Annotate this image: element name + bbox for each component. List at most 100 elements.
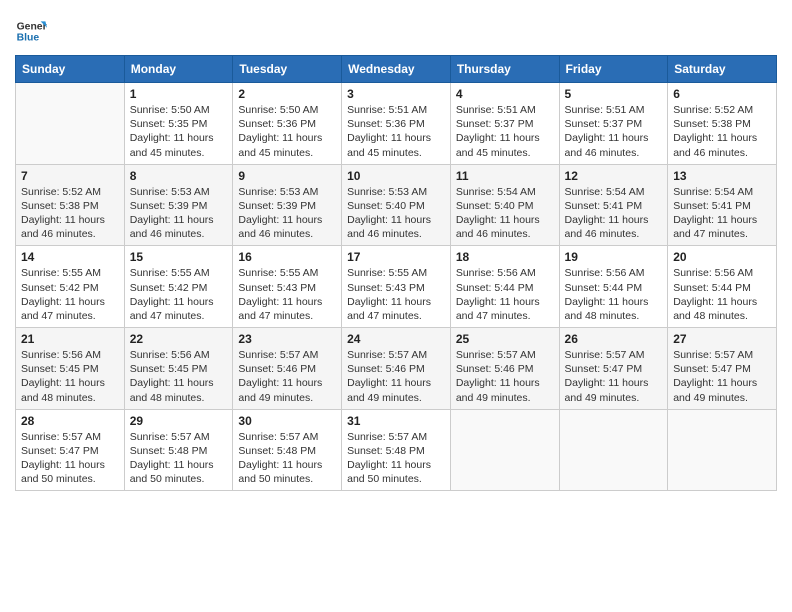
calendar-cell: 15Sunrise: 5:55 AMSunset: 5:42 PMDayligh…	[124, 246, 233, 328]
calendar-cell: 26 Sunrise: 5:57 AMSunset: 5:47 PMDayligh…	[559, 328, 668, 410]
calendar-cell: 30 Sunrise: 5:57 AMSunset: 5:48 PMDayligh…	[233, 409, 342, 491]
day-number: 11	[456, 169, 554, 183]
day-info: Sunrise: 5:54 AMSunset: 5:41 PMDaylight:…	[565, 185, 663, 242]
calendar-cell: 24Sunrise: 5:57 AMSunset: 5:46 PMDayligh…	[342, 328, 451, 410]
day-number: 20	[673, 250, 771, 264]
day-number: 8	[130, 169, 228, 183]
day-number: 16	[238, 250, 336, 264]
day-number: 9	[238, 169, 336, 183]
day-info: Sunrise: 5:56 AMSunset: 5:44 PMDaylight:…	[673, 266, 771, 323]
calendar-week-1: 1 Sunrise: 5:50 AMSunset: 5:35 PMDaylight…	[16, 83, 777, 165]
calendar-table: SundayMondayTuesdayWednesdayThursdayFrid…	[15, 55, 777, 491]
day-info: Sunrise: 5:51 AMSunset: 5:37 PMDaylight:…	[456, 103, 554, 160]
day-number: 3	[347, 87, 445, 101]
column-header-friday: Friday	[559, 56, 668, 83]
day-info: Sunrise: 5:53 AMSunset: 5:39 PMDaylight:…	[130, 185, 228, 242]
day-number: 31	[347, 414, 445, 428]
day-number: 10	[347, 169, 445, 183]
day-number: 5	[565, 87, 663, 101]
day-info: Sunrise: 5:57 AMSunset: 5:46 PMDaylight:…	[456, 348, 554, 405]
day-number: 21	[21, 332, 119, 346]
calendar-cell: 3 Sunrise: 5:51 AMSunset: 5:36 PMDaylight…	[342, 83, 451, 165]
day-number: 26	[565, 332, 663, 346]
day-info: Sunrise: 5:57 AMSunset: 5:47 PMDaylight:…	[565, 348, 663, 405]
calendar-cell: 25Sunrise: 5:57 AMSunset: 5:46 PMDayligh…	[450, 328, 559, 410]
calendar-cell: 1 Sunrise: 5:50 AMSunset: 5:35 PMDaylight…	[124, 83, 233, 165]
calendar-week-3: 14 Sunrise: 5:55 AMSunset: 5:42 PMDayligh…	[16, 246, 777, 328]
day-number: 1	[130, 87, 228, 101]
calendar-week-4: 21 Sunrise: 5:56 AMSunset: 5:45 PMDayligh…	[16, 328, 777, 410]
calendar-cell: 4 Sunrise: 5:51 AMSunset: 5:37 PMDaylight…	[450, 83, 559, 165]
day-info: Sunrise: 5:55 AMSunset: 5:43 PMDaylight:…	[347, 266, 445, 323]
day-number: 6	[673, 87, 771, 101]
day-number: 24	[347, 332, 445, 346]
day-number: 23	[238, 332, 336, 346]
day-number: 19	[565, 250, 663, 264]
day-info: Sunrise: 5:53 AMSunset: 5:40 PMDaylight:…	[347, 185, 445, 242]
calendar-cell: 9 Sunrise: 5:53 AMSunset: 5:39 PMDaylight…	[233, 164, 342, 246]
logo: General Blue	[15, 15, 51, 47]
column-header-sunday: Sunday	[16, 56, 125, 83]
day-number: 29	[130, 414, 228, 428]
day-number: 7	[21, 169, 119, 183]
calendar-cell: 23Sunrise: 5:57 AMSunset: 5:46 PMDayligh…	[233, 328, 342, 410]
day-info: Sunrise: 5:53 AMSunset: 5:39 PMDaylight:…	[238, 185, 336, 242]
day-info: Sunrise: 5:56 AMSunset: 5:45 PMDaylight:…	[130, 348, 228, 405]
day-number: 17	[347, 250, 445, 264]
day-info: Sunrise: 5:56 AMSunset: 5:45 PMDaylight:…	[21, 348, 119, 405]
calendar-cell: 19 Sunrise: 5:56 AMSunset: 5:44 PMDayligh…	[559, 246, 668, 328]
calendar-cell: 20 Sunrise: 5:56 AMSunset: 5:44 PMDayligh…	[668, 246, 777, 328]
day-info: Sunrise: 5:57 AMSunset: 5:48 PMDaylight:…	[347, 430, 445, 487]
calendar-cell: 10 Sunrise: 5:53 AMSunset: 5:40 PMDayligh…	[342, 164, 451, 246]
calendar-cell: 14 Sunrise: 5:55 AMSunset: 5:42 PMDayligh…	[16, 246, 125, 328]
svg-text:Blue: Blue	[17, 33, 40, 44]
logo-icon: General Blue	[15, 15, 47, 47]
calendar-cell: 11Sunrise: 5:54 AMSunset: 5:40 PMDayligh…	[450, 164, 559, 246]
calendar-cell: 12Sunrise: 5:54 AMSunset: 5:41 PMDayligh…	[559, 164, 668, 246]
calendar-cell: 5 Sunrise: 5:51 AMSunset: 5:37 PMDaylight…	[559, 83, 668, 165]
column-header-monday: Monday	[124, 56, 233, 83]
calendar-cell	[668, 409, 777, 491]
day-number: 4	[456, 87, 554, 101]
calendar-cell	[559, 409, 668, 491]
day-number: 14	[21, 250, 119, 264]
day-info: Sunrise: 5:50 AMSunset: 5:36 PMDaylight:…	[238, 103, 336, 160]
day-number: 27	[673, 332, 771, 346]
day-number: 2	[238, 87, 336, 101]
day-info: Sunrise: 5:56 AMSunset: 5:44 PMDaylight:…	[456, 266, 554, 323]
day-number: 30	[238, 414, 336, 428]
calendar-cell	[450, 409, 559, 491]
calendar-cell: 29 Sunrise: 5:57 AMSunset: 5:48 PMDayligh…	[124, 409, 233, 491]
day-number: 22	[130, 332, 228, 346]
day-info: Sunrise: 5:52 AMSunset: 5:38 PMDaylight:…	[21, 185, 119, 242]
page-header: General Blue	[15, 10, 777, 47]
day-info: Sunrise: 5:55 AMSunset: 5:42 PMDaylight:…	[130, 266, 228, 323]
column-header-tuesday: Tuesday	[233, 56, 342, 83]
column-header-wednesday: Wednesday	[342, 56, 451, 83]
column-header-thursday: Thursday	[450, 56, 559, 83]
calendar-cell: 28Sunrise: 5:57 AMSunset: 5:47 PMDayligh…	[16, 409, 125, 491]
calendar-cell: 22 Sunrise: 5:56 AMSunset: 5:45 PMDayligh…	[124, 328, 233, 410]
day-info: Sunrise: 5:57 AMSunset: 5:48 PMDaylight:…	[238, 430, 336, 487]
day-info: Sunrise: 5:57 AMSunset: 5:48 PMDaylight:…	[130, 430, 228, 487]
day-info: Sunrise: 5:50 AMSunset: 5:35 PMDaylight:…	[130, 103, 228, 160]
day-info: Sunrise: 5:55 AMSunset: 5:43 PMDaylight:…	[238, 266, 336, 323]
calendar-cell: 17 Sunrise: 5:55 AMSunset: 5:43 PMDayligh…	[342, 246, 451, 328]
day-info: Sunrise: 5:55 AMSunset: 5:42 PMDaylight:…	[21, 266, 119, 323]
calendar-cell: 31 Sunrise: 5:57 AMSunset: 5:48 PMDayligh…	[342, 409, 451, 491]
column-header-saturday: Saturday	[668, 56, 777, 83]
day-number: 13	[673, 169, 771, 183]
calendar-cell: 16 Sunrise: 5:55 AMSunset: 5:43 PMDayligh…	[233, 246, 342, 328]
day-info: Sunrise: 5:51 AMSunset: 5:36 PMDaylight:…	[347, 103, 445, 160]
day-info: Sunrise: 5:54 AMSunset: 5:41 PMDaylight:…	[673, 185, 771, 242]
calendar-cell: 21 Sunrise: 5:56 AMSunset: 5:45 PMDayligh…	[16, 328, 125, 410]
day-info: Sunrise: 5:51 AMSunset: 5:37 PMDaylight:…	[565, 103, 663, 160]
calendar-cell: 6Sunrise: 5:52 AMSunset: 5:38 PMDaylight…	[668, 83, 777, 165]
calendar-cell: 7 Sunrise: 5:52 AMSunset: 5:38 PMDaylight…	[16, 164, 125, 246]
calendar-week-5: 28Sunrise: 5:57 AMSunset: 5:47 PMDayligh…	[16, 409, 777, 491]
day-info: Sunrise: 5:57 AMSunset: 5:47 PMDaylight:…	[673, 348, 771, 405]
calendar-cell: 18Sunrise: 5:56 AMSunset: 5:44 PMDayligh…	[450, 246, 559, 328]
day-info: Sunrise: 5:57 AMSunset: 5:47 PMDaylight:…	[21, 430, 119, 487]
day-info: Sunrise: 5:56 AMSunset: 5:44 PMDaylight:…	[565, 266, 663, 323]
calendar-cell: 13 Sunrise: 5:54 AMSunset: 5:41 PMDayligh…	[668, 164, 777, 246]
